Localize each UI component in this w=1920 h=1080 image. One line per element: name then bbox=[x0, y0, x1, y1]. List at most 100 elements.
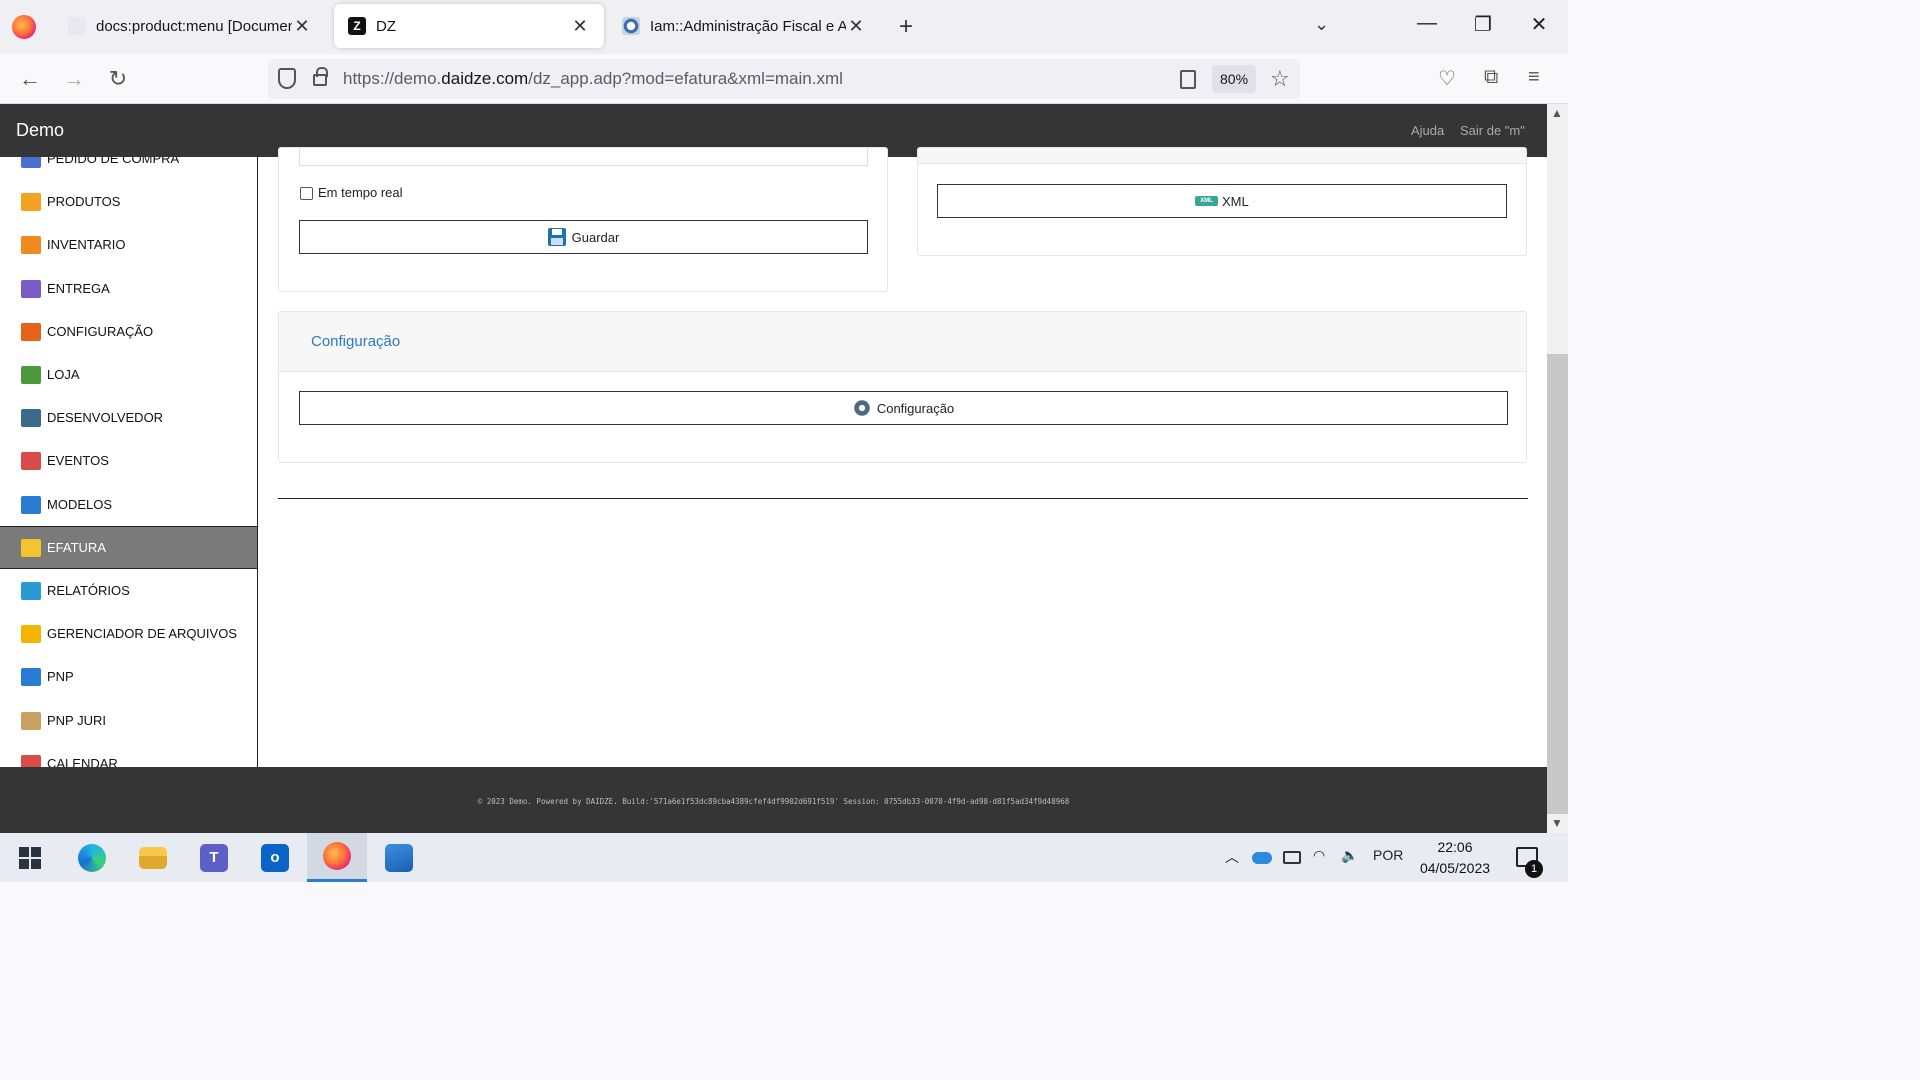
sidebar-item-label: PRODUTOS bbox=[47, 194, 121, 209]
config-panel-heading: Configuração bbox=[279, 312, 1526, 372]
tab-docs[interactable]: docs:product:menu [Documentação ✕ bbox=[54, 4, 326, 48]
sidebar-item-label: PNP bbox=[47, 669, 74, 684]
windows-taskbar: T o ︿ ◠ 🔈 POR 22:06 04/05/2023 1 bbox=[0, 833, 1568, 882]
tab-dz[interactable]: Z DZ ✕ bbox=[334, 4, 604, 48]
sidebar: PEDIDO DE COMPRA PRODUTOS INVENTARIO ENTREG… bbox=[0, 157, 258, 767]
taskbar-firefox[interactable] bbox=[307, 833, 367, 882]
url-bar[interactable]: https://demo.daidze.com/dz_app.adp?mod=e… bbox=[268, 59, 1300, 99]
sidebar-item-label: ENTREGA bbox=[47, 281, 110, 296]
restore-icon[interactable]: ❐ bbox=[1468, 12, 1498, 37]
edge-icon bbox=[78, 843, 106, 872]
scroll-down-arrow-icon[interactable]: ▼ bbox=[1551, 816, 1563, 830]
outlook-icon: o bbox=[261, 843, 289, 872]
taskbar-photos[interactable] bbox=[369, 833, 429, 882]
sidebar-item-modelos[interactable]: MODELOS bbox=[0, 483, 257, 526]
brand-title[interactable]: Demo bbox=[16, 120, 64, 141]
reader-view-icon[interactable] bbox=[1180, 70, 1196, 89]
taskbar-teams[interactable]: T bbox=[184, 833, 244, 882]
close-tab-icon[interactable]: ✕ bbox=[570, 16, 590, 37]
scroll-up-arrow-icon[interactable]: ▲ bbox=[1551, 106, 1563, 120]
sidebar-item-inventario[interactable]: INVENTARIO bbox=[0, 223, 257, 266]
show-hidden-icons-chevron-icon[interactable]: ︿ bbox=[1225, 847, 1239, 867]
lock-icon[interactable] bbox=[313, 67, 328, 86]
realtime-checkbox[interactable] bbox=[300, 187, 313, 200]
config-button-label: Configuração bbox=[876, 400, 955, 416]
url-text[interactable]: https://demo.daidze.com/dz_app.adp?mod=e… bbox=[343, 69, 843, 89]
forward-arrow-icon[interactable]: → bbox=[60, 66, 88, 92]
sidebar-item-relat-rios[interactable]: RELATÓRIOS bbox=[0, 569, 257, 612]
clock-date: 04/05/2023 bbox=[1419, 860, 1491, 876]
sidebar-item-label: GERENCIADOR DE ARQUIVOS bbox=[47, 626, 237, 641]
bookmark-star-icon[interactable]: ☆ bbox=[1270, 66, 1290, 92]
products-icon bbox=[21, 192, 41, 211]
close-tab-icon[interactable]: ✕ bbox=[292, 16, 312, 37]
sidebar-item-label: PEDIDO DE COMPRA bbox=[47, 157, 180, 166]
sidebar-item-label: EFATURA bbox=[47, 540, 106, 555]
config-button[interactable]: Configuração bbox=[299, 391, 1508, 425]
close-window-icon[interactable]: ✕ bbox=[1524, 12, 1554, 37]
sidebar-item-efatura[interactable]: EFATURA bbox=[0, 526, 257, 569]
taskbar-file-explorer[interactable] bbox=[123, 833, 183, 882]
sidebar-item-calendar[interactable]: CALENDAR bbox=[0, 742, 257, 767]
xml-panel: XML XML bbox=[917, 147, 1527, 256]
taskbar-edge[interactable] bbox=[62, 833, 122, 882]
clock[interactable]: 22:06 04/05/2023 bbox=[1410, 837, 1500, 879]
back-arrow-icon[interactable]: ← bbox=[16, 66, 44, 92]
sidebar-item-gerenciador-de-arquivos[interactable]: GERENCIADOR DE ARQUIVOS bbox=[0, 612, 257, 655]
sidebar-item-desenvolvedor[interactable]: DESENVOLVEDOR bbox=[0, 396, 257, 439]
tracking-shield-icon[interactable] bbox=[278, 68, 296, 89]
sidebar-item-loja[interactable]: LOJA bbox=[0, 353, 257, 396]
scrollbar-thumb[interactable] bbox=[1547, 354, 1568, 814]
config-panel-title[interactable]: Configuração bbox=[311, 333, 400, 350]
taskbar-outlook[interactable]: o bbox=[245, 833, 305, 882]
menu-hamburger-icon[interactable]: ≡ bbox=[1528, 66, 1540, 89]
store-icon bbox=[21, 365, 41, 384]
sidebar-item-configura-o[interactable]: CONFIGURAÇÃO bbox=[0, 310, 257, 353]
windows-logo-icon bbox=[19, 846, 41, 869]
extensions-icon[interactable]: ⧉ bbox=[1484, 66, 1498, 89]
language-indicator[interactable]: POR bbox=[1373, 847, 1403, 863]
save-label: Guardar bbox=[571, 229, 620, 245]
close-tab-icon[interactable]: ✕ bbox=[846, 16, 866, 37]
xml-file-icon: XML bbox=[1195, 196, 1218, 206]
sidebar-item-label: DESENVOLVEDOR bbox=[47, 410, 164, 425]
new-tab-button[interactable]: + bbox=[894, 14, 918, 40]
sidebar-item-pnp-juri[interactable]: PNP JURI bbox=[0, 699, 257, 742]
start-button[interactable] bbox=[0, 833, 60, 882]
logout-link[interactable]: Sair de "m" bbox=[1460, 123, 1525, 138]
tab-at[interactable]: Iam::Administração Fiscal e Adu ✕ bbox=[608, 4, 880, 48]
sidebar-item-eventos[interactable]: EVENTOS bbox=[0, 439, 257, 482]
save-button[interactable]: Guardar bbox=[299, 220, 868, 254]
reload-icon[interactable]: ↻ bbox=[104, 66, 132, 92]
minimize-icon[interactable]: — bbox=[1412, 12, 1442, 35]
photos-icon bbox=[385, 843, 413, 872]
wifi-icon[interactable]: ◠ bbox=[1313, 847, 1325, 864]
battery-icon[interactable] bbox=[1283, 851, 1301, 864]
pocket-icon[interactable]: ♡ bbox=[1438, 66, 1456, 91]
teams-icon: T bbox=[200, 843, 228, 872]
onedrive-icon[interactable] bbox=[1252, 852, 1272, 864]
notification-count-badge: 1 bbox=[1525, 860, 1543, 878]
firefox-icon[interactable] bbox=[12, 15, 36, 39]
sidebar-item-pnp[interactable]: PNP bbox=[0, 655, 257, 698]
at-favicon bbox=[622, 17, 640, 35]
browser-tab-strip: docs:product:menu [Documentação ✕ Z DZ ✕… bbox=[0, 0, 1568, 54]
floppy-disk-icon bbox=[547, 228, 566, 246]
xml-button[interactable]: XML XML bbox=[937, 184, 1507, 218]
clock-time: 22:06 bbox=[1437, 839, 1473, 855]
dz-favicon: Z bbox=[348, 17, 366, 35]
help-link[interactable]: Ajuda bbox=[1411, 123, 1444, 138]
zoom-level[interactable]: 80% bbox=[1212, 65, 1257, 93]
purchase-order-icon bbox=[21, 157, 41, 168]
list-tabs-chevron-icon[interactable]: ⌄ bbox=[1314, 14, 1329, 35]
sidebar-item-label: INVENTARIO bbox=[47, 237, 126, 252]
volume-icon[interactable]: 🔈 bbox=[1341, 847, 1358, 864]
cut-off-field[interactable] bbox=[299, 148, 868, 166]
sidebar-item-pedido-de-compra[interactable]: PEDIDO DE COMPRA bbox=[0, 157, 257, 180]
main-content: Em tempo real Guardar XML XML Configuraç… bbox=[258, 147, 1547, 767]
sidebar-item-entrega[interactable]: ENTREGA bbox=[0, 267, 257, 310]
sidebar-item-produtos[interactable]: PRODUTOS bbox=[0, 180, 257, 223]
models-icon bbox=[21, 495, 41, 514]
page-scrollbar[interactable]: ▲ ▼ bbox=[1547, 104, 1568, 833]
config-gears-icon bbox=[21, 322, 41, 341]
